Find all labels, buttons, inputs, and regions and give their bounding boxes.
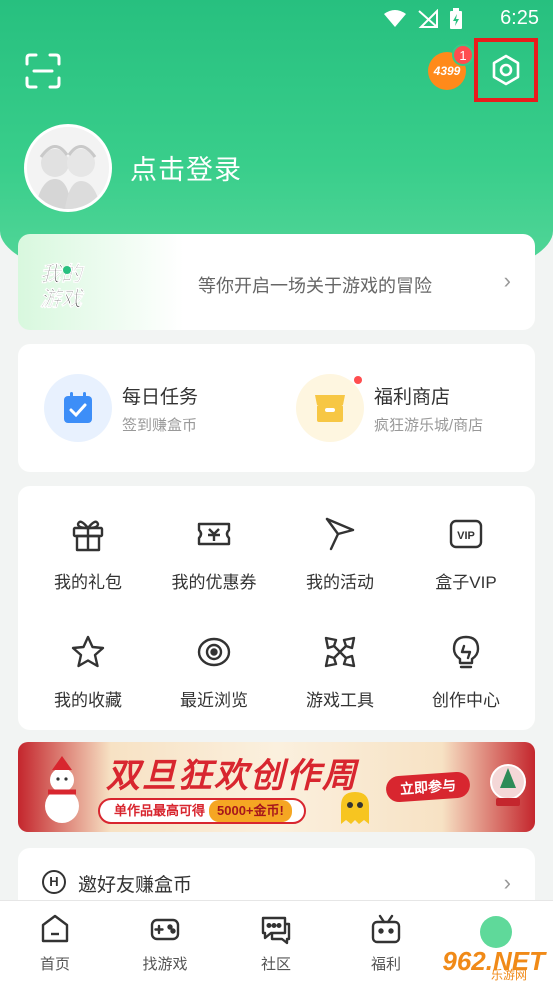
my-game-logo: 我的 游戏	[40, 262, 85, 310]
scan-button[interactable]	[24, 52, 62, 90]
home-icon	[41, 914, 69, 943]
grid-item-game-tools[interactable]: 游戏工具	[276, 634, 404, 724]
banner-reward: 5000+金币!	[209, 800, 292, 822]
gift-box-icon	[371, 914, 401, 944]
notification-badge: 1	[452, 44, 474, 66]
grid-label: 盒子VIP	[435, 573, 497, 592]
invite-friends-label: 邀好友赚盒币	[78, 875, 193, 896]
tasks-card: 每日任务 签到赚盒币 福利商店 疯狂游乐城/商店	[18, 344, 535, 472]
grid-item-creator-center[interactable]: 创作中心	[402, 634, 530, 724]
tab-label: 社区	[260, 956, 291, 973]
ghost-mascot-icon	[341, 792, 369, 824]
grid-label: 我的礼包	[54, 573, 122, 592]
tab-community[interactable]: 社区	[221, 913, 331, 977]
svg-text:我的: 我的	[40, 262, 85, 286]
my-game-tagline: 等你开启一场关于游戏的冒险	[198, 276, 432, 296]
battery-charging-icon	[450, 8, 462, 29]
vip-icon: VIP	[449, 519, 483, 549]
default-avatar-illustration	[27, 127, 109, 209]
grid-item-activities[interactable]: 我的活动	[276, 516, 404, 606]
tab-label: 首页	[39, 956, 70, 973]
invite-friends-card[interactable]: H 邀好友赚盒币 ›	[18, 848, 535, 908]
banner-join-button[interactable]: 立即参与	[385, 771, 471, 803]
calendar-check-icon	[44, 374, 112, 442]
star-icon	[71, 635, 105, 668]
settings-hexagon-icon	[492, 54, 520, 86]
status-bar: 6:25	[0, 0, 553, 36]
banner-subtitle: 单作品最高可得 5000+金币!	[98, 798, 306, 824]
tools-icon	[324, 636, 356, 668]
tab-welfare[interactable]: 福利	[331, 913, 441, 977]
gamepad-icon	[150, 918, 180, 941]
flag-icon	[325, 517, 355, 551]
tab-label: 福利	[370, 956, 401, 973]
daily-task-title: 每日任务	[122, 387, 199, 408]
grid-label: 我的优惠券	[171, 573, 257, 592]
welfare-shop-subtitle: 疯狂游乐城/商店	[374, 417, 484, 434]
grid-label: 最近浏览	[180, 691, 248, 710]
site-watermark-sub: 乐游网	[490, 968, 527, 982]
christmas-globe-icon	[490, 764, 526, 806]
settings-button[interactable]	[474, 38, 538, 102]
tab-home[interactable]: 首页	[0, 913, 110, 977]
grid-label: 我的收藏	[54, 691, 122, 710]
chevron-right-icon: ›	[503, 870, 511, 895]
scan-icon	[25, 53, 61, 89]
avatar[interactable]	[24, 124, 112, 212]
login-link[interactable]: 点击登录	[130, 148, 242, 187]
lightbulb-icon	[452, 635, 480, 669]
banner-title: 双旦狂欢创作周	[106, 757, 358, 795]
banner-subtitle-text: 单作品最高可得	[114, 803, 206, 818]
h-coin-icon: H	[42, 870, 66, 894]
tab-profile-avatar[interactable]	[480, 916, 512, 948]
grid-item-vip[interactable]: VIP 盒子VIP	[402, 516, 530, 606]
grid-label: 我的活动	[306, 573, 374, 592]
coupon-icon	[197, 522, 231, 546]
snowman-icon	[45, 756, 79, 823]
function-grid-card: 我的礼包 我的优惠券 我的活动 VIP 盒子VIP 我的收藏 最近浏览 游戏工具…	[18, 486, 535, 730]
status-time: 6:25	[500, 7, 539, 29]
eye-icon	[197, 637, 231, 667]
chat-icon	[261, 916, 291, 945]
daily-task-subtitle: 签到赚盒币	[122, 417, 198, 434]
grid-item-gift-pack[interactable]: 我的礼包	[24, 516, 152, 606]
grid-item-coupons[interactable]: 我的优惠券	[150, 516, 278, 606]
gift-icon	[72, 520, 104, 552]
wifi-icon	[384, 10, 406, 27]
daily-task-item[interactable]: 每日任务 签到赚盒币	[44, 374, 264, 444]
grid-label: 创作中心	[432, 691, 500, 710]
no-signal-icon	[418, 9, 438, 28]
chevron-right-icon: ›	[503, 268, 511, 293]
status-icons	[383, 8, 463, 30]
svg-text:游戏: 游戏	[40, 287, 85, 310]
welfare-shop-item[interactable]: 福利商店 疯狂游乐城/商店	[296, 374, 526, 444]
shop-icon	[296, 374, 364, 442]
grid-item-recent[interactable]: 最近浏览	[150, 634, 278, 724]
tab-find-games[interactable]: 找游戏	[110, 913, 220, 977]
grid-label: 游戏工具	[306, 691, 374, 710]
tab-label: 找游戏	[142, 956, 188, 973]
my-game-card[interactable]: 我的 游戏 等你开启一场关于游戏的冒险 ›	[18, 234, 535, 330]
svg-text:VIP: VIP	[457, 530, 475, 542]
shop-notification-dot	[354, 376, 362, 384]
welfare-shop-title: 福利商店	[374, 387, 451, 408]
promo-banner[interactable]: 双旦狂欢创作周 单作品最高可得 5000+金币! 立即参与	[18, 742, 535, 832]
grid-item-favorites[interactable]: 我的收藏	[24, 634, 152, 724]
